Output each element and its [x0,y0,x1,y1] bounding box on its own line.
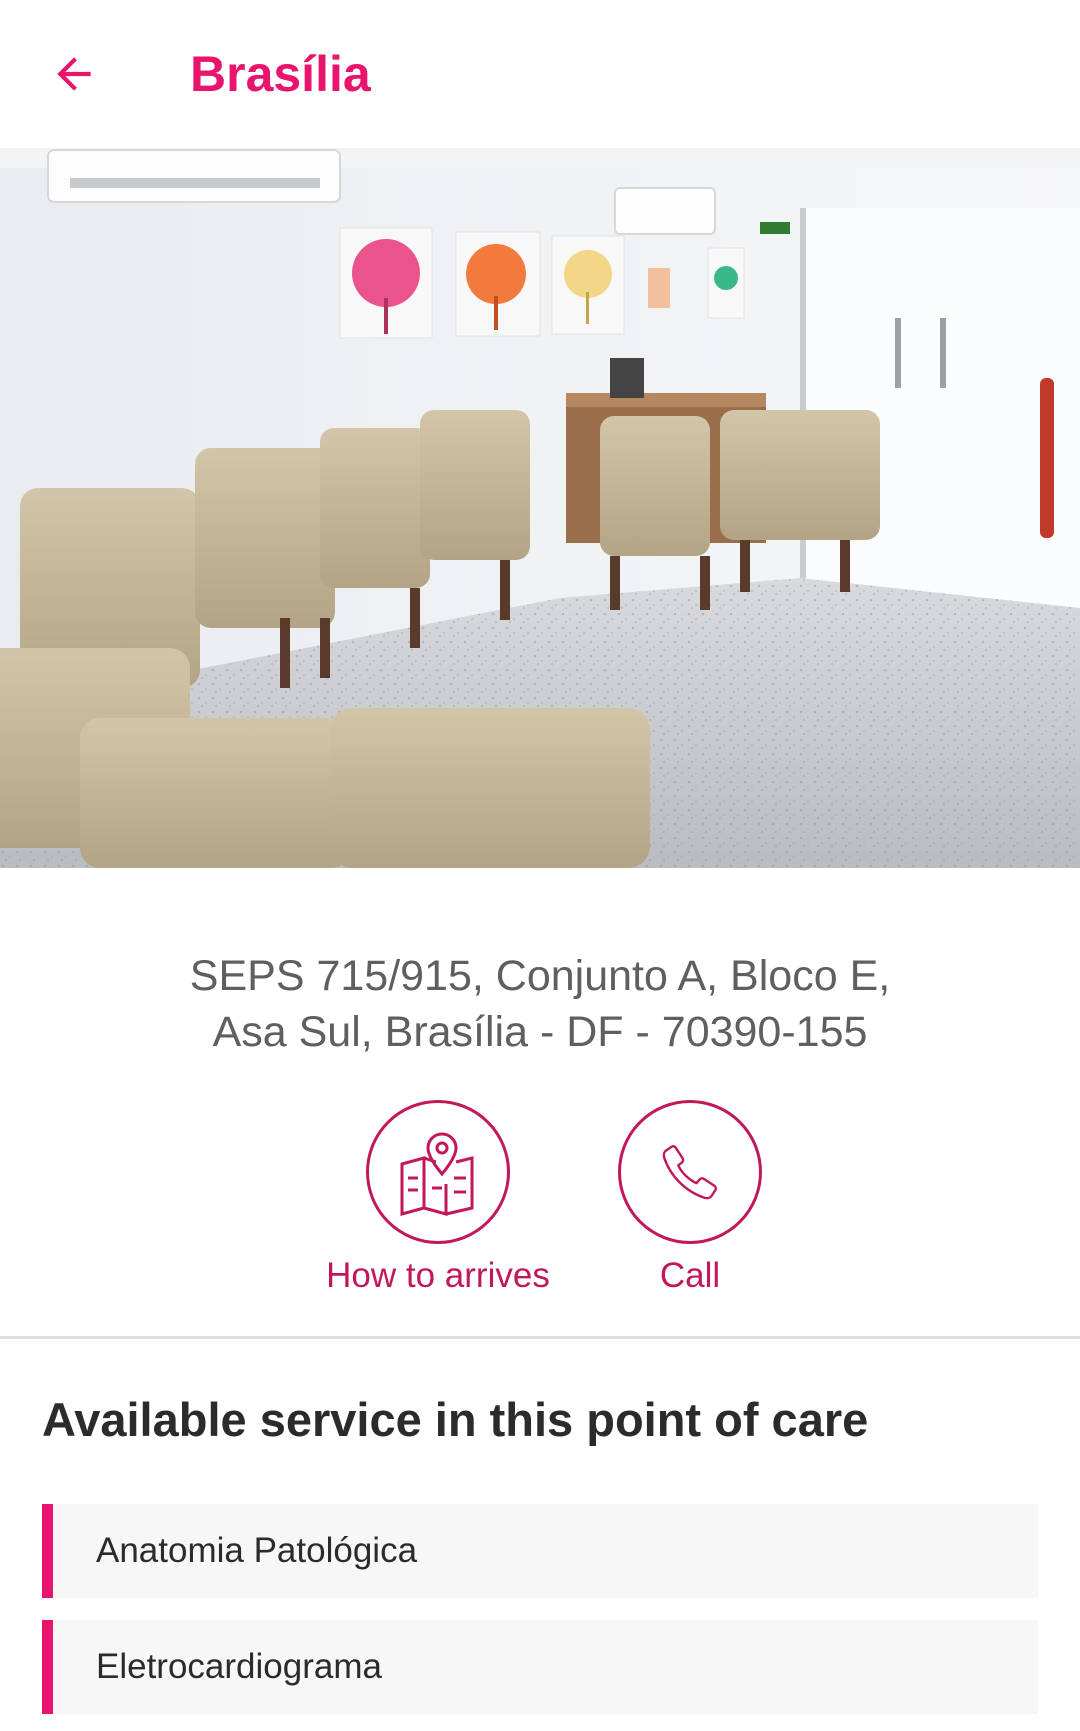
address: SEPS 715/915, Conjunto A, Bloco E, Asa S… [60,948,1020,1060]
service-list: Anatomia Patológica Eletrocardiograma [42,1504,1038,1731]
address-line-1: SEPS 715/915, Conjunto A, Bloco E, [189,952,891,1000]
call-circle[interactable] [618,1100,762,1244]
address-line-2: Asa Sul, Brasília - DF - 70390-155 [212,1008,868,1056]
map-pin-icon [400,1132,474,1216]
arrow-left-icon [57,57,91,91]
call-button[interactable]: Call [590,1100,790,1300]
back-button[interactable] [36,36,112,112]
action-buttons: How to arrives Call [0,1100,1080,1300]
how-to-arrive-label: How to arrives [326,1256,550,1295]
location-photo [0,148,1080,868]
accent-bar [42,1504,53,1598]
section-divider [0,1336,1080,1339]
page-title: Brasília [190,46,371,102]
accent-bar [42,1620,53,1714]
service-label: Anatomia Patológica [96,1531,418,1570]
waiting-room-photo [0,148,1080,868]
list-item[interactable]: Eletrocardiograma [42,1620,1038,1714]
service-label: Eletrocardiograma [96,1647,382,1686]
app-bar: Brasília [0,0,1080,148]
list-item[interactable]: Anatomia Patológica [42,1504,1038,1598]
how-to-arrive-circle[interactable] [366,1100,510,1244]
phone-icon [662,1145,717,1200]
call-label: Call [659,1256,721,1295]
how-to-arrive-button[interactable]: How to arrives [318,1100,558,1300]
services-title: Available service in this point of care [42,1393,869,1446]
